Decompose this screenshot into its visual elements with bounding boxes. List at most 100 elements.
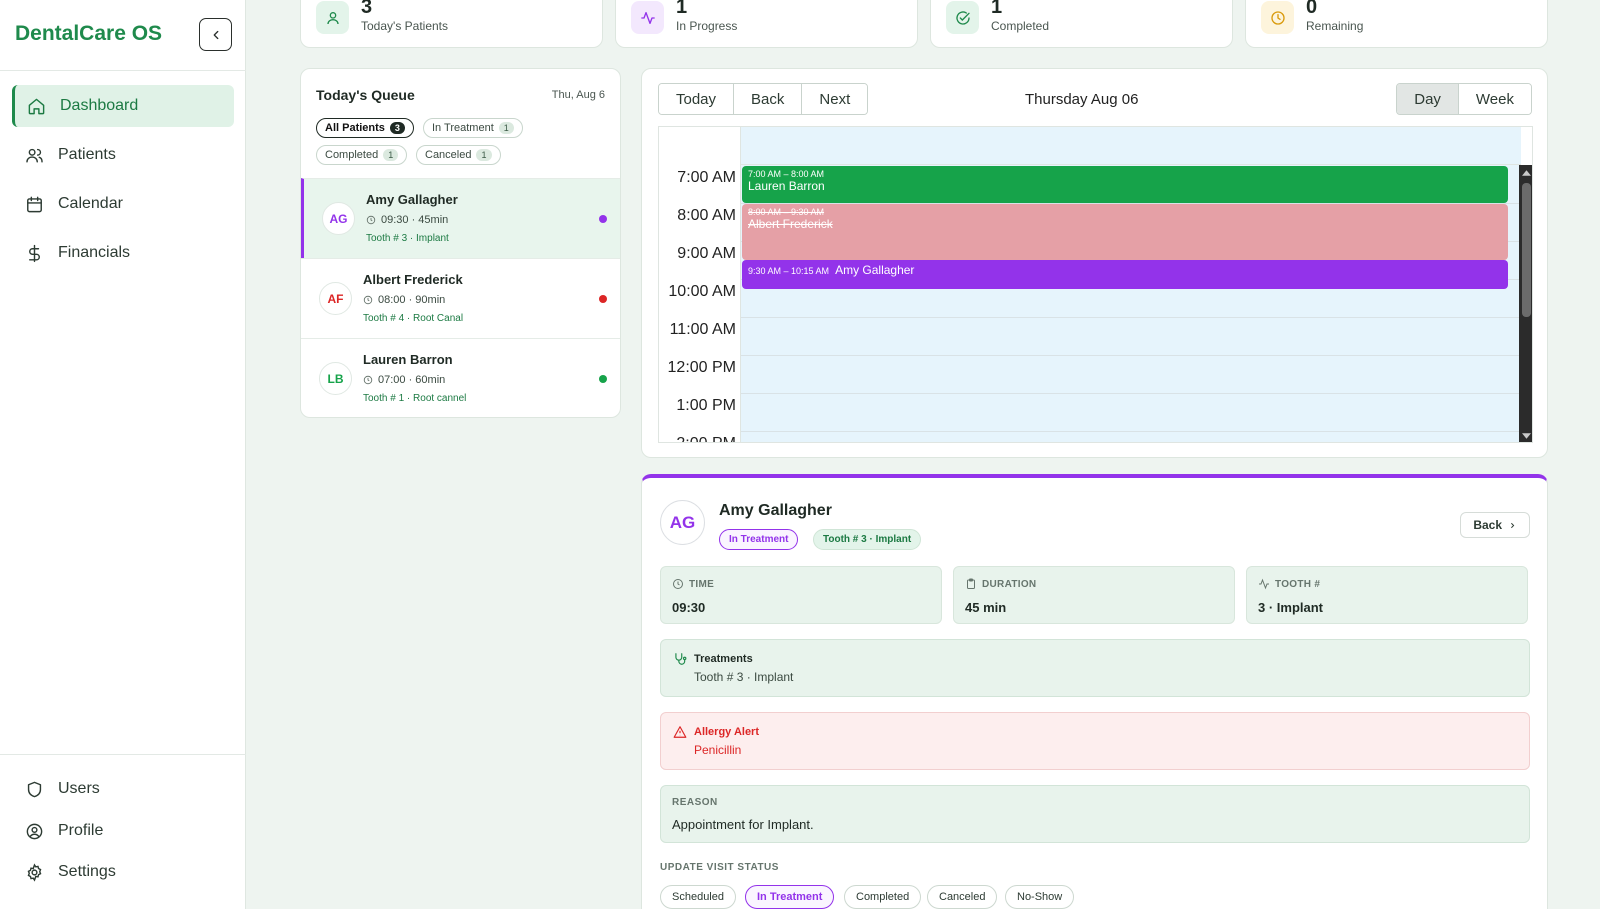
avatar: AG bbox=[322, 202, 355, 235]
reason-label: REASON bbox=[672, 797, 718, 808]
avatar: AF bbox=[319, 282, 352, 315]
warning-icon bbox=[673, 726, 687, 738]
scroll-up-icon[interactable] bbox=[1522, 170, 1531, 176]
avatar: LB bbox=[319, 362, 352, 395]
status-badge: In Treatment bbox=[719, 529, 799, 550]
status-no-show-button[interactable]: No-Show bbox=[1005, 885, 1075, 909]
reason-panel: REASON Appointment for Implant. bbox=[660, 785, 1530, 843]
day-view-button[interactable]: Day bbox=[1397, 84, 1459, 114]
hour-line bbox=[741, 355, 1521, 356]
info-value: 45 min bbox=[965, 600, 1007, 615]
treatments-value: Tooth # 3 · Implant bbox=[694, 670, 794, 684]
status-canceled-button[interactable]: Canceled bbox=[927, 885, 998, 909]
activity-icon bbox=[1259, 578, 1269, 590]
appointment-time: 09:30 · 45min bbox=[366, 214, 448, 226]
hour-label: 9:00 AM bbox=[677, 245, 736, 262]
today-button[interactable]: Today bbox=[659, 84, 735, 114]
event-name: Albert Frederick bbox=[748, 217, 833, 231]
calendar-view-group: Day Week bbox=[1396, 83, 1532, 115]
hour-label: 1:00 PM bbox=[676, 397, 736, 414]
nav-item-dashboard[interactable]: Dashboard bbox=[12, 85, 234, 127]
nav-item-profile[interactable]: Profile bbox=[12, 810, 234, 852]
hour-line bbox=[741, 431, 1521, 432]
calendar-event-canceled[interactable]: 8:00 AM – 9:30 AM Albert Frederick bbox=[742, 204, 1508, 260]
queue-item[interactable]: AF Albert Frederick 08:00 · 90min Tooth … bbox=[301, 258, 620, 338]
reason-value: Appointment for Implant. bbox=[672, 817, 814, 832]
allergy-title: Allergy Alert bbox=[694, 726, 760, 738]
event-time: 7:00 AM – 8:00 AM bbox=[748, 169, 825, 179]
stat-value: 1 bbox=[991, 0, 1003, 18]
users-icon bbox=[26, 148, 43, 163]
user-icon bbox=[326, 11, 339, 24]
stat-value: 1 bbox=[676, 0, 688, 18]
nav-label: Patients bbox=[58, 146, 116, 163]
detail-back-button[interactable]: Back bbox=[1460, 512, 1530, 538]
clock-icon bbox=[673, 579, 683, 589]
nav-item-settings[interactable]: Settings bbox=[12, 851, 234, 893]
filter-count: 3 bbox=[389, 122, 405, 134]
filter-canceled[interactable]: Canceled 1 bbox=[416, 145, 501, 165]
sidebar: DentalCare OS Dashboard Patients Calenda… bbox=[0, 0, 246, 909]
back-button[interactable]: Back bbox=[734, 84, 803, 114]
calendar-scrollbar[interactable] bbox=[1519, 165, 1532, 442]
hour-label: 10:00 AM bbox=[668, 283, 736, 300]
clock-icon bbox=[363, 295, 373, 305]
hour-line bbox=[741, 393, 1521, 394]
stat-label: Remaining bbox=[1306, 19, 1364, 33]
time-gutter: 7:00 AM 8:00 AM 9:00 AM 10:00 AM 11:00 A… bbox=[659, 127, 741, 442]
patient-name: Amy Gallagher bbox=[719, 502, 832, 519]
status-dot bbox=[599, 215, 607, 223]
status-completed-button[interactable]: Completed bbox=[844, 885, 922, 909]
all-day-row[interactable] bbox=[741, 127, 1521, 165]
filter-count: 1 bbox=[476, 149, 492, 161]
appointment-time: 08:00 · 90min bbox=[363, 294, 445, 306]
status-dot bbox=[599, 375, 607, 383]
filter-in-treatment[interactable]: In Treatment 1 bbox=[423, 118, 523, 138]
filter-all-patients[interactable]: All Patients 3 bbox=[316, 118, 414, 138]
info-card-duration: DURATION 45 min bbox=[953, 566, 1235, 624]
shield-icon bbox=[27, 781, 42, 797]
info-card-time: TIME 09:30 bbox=[660, 566, 942, 624]
nav-label: Profile bbox=[58, 822, 104, 839]
tooth-procedure: Tooth # 1 · Root cannel bbox=[363, 393, 467, 404]
filter-completed[interactable]: Completed 1 bbox=[316, 145, 408, 165]
scroll-down-icon[interactable] bbox=[1522, 433, 1531, 439]
nav-label: Calendar bbox=[58, 195, 123, 212]
hour-label: 8:00 AM bbox=[677, 207, 736, 224]
home-icon bbox=[28, 98, 45, 114]
tooth-procedure: Tooth # 4 · Root Canal bbox=[363, 313, 464, 324]
day-column[interactable]: 7:00 AM – 8:00 AM Lauren Barron 8:00 AM … bbox=[741, 165, 1521, 442]
activity-icon bbox=[640, 11, 655, 24]
clock-icon bbox=[1270, 10, 1285, 25]
stat-label: In Progress bbox=[676, 19, 738, 33]
info-value: 3 · Implant bbox=[1258, 600, 1324, 615]
next-button[interactable]: Next bbox=[802, 84, 868, 114]
tooth-badge: Tooth # 3 · Implant bbox=[813, 529, 922, 550]
treatments-panel: Treatments Tooth # 3 · Implant bbox=[660, 639, 1530, 697]
scroll-thumb[interactable] bbox=[1522, 183, 1531, 317]
appointment-time: 07:00 · 60min bbox=[363, 374, 445, 386]
patient-name: Lauren Barron bbox=[363, 352, 453, 367]
collapse-sidebar-button[interactable] bbox=[199, 18, 232, 51]
nav-item-financials[interactable]: Financials bbox=[12, 232, 234, 274]
stat-value: 0 bbox=[1306, 0, 1318, 18]
brand-title: DentalCare OS bbox=[15, 22, 163, 45]
week-view-button[interactable]: Week bbox=[1458, 84, 1531, 114]
queue-item[interactable]: LB Lauren Barron 07:00 · 60min Tooth # 1… bbox=[301, 338, 620, 417]
event-time: 8:00 AM – 9:30 AM bbox=[748, 207, 825, 217]
stethoscope-icon bbox=[675, 653, 687, 665]
status-scheduled-button[interactable]: Scheduled bbox=[660, 885, 736, 909]
calendar-event[interactable]: 7:00 AM – 8:00 AM Lauren Barron bbox=[742, 166, 1508, 203]
status-in-treatment-button[interactable]: In Treatment bbox=[745, 885, 835, 909]
hour-label: 7:00 AM bbox=[677, 169, 736, 186]
todays-queue-panel: Today's Queue Thu, Aug 6 All Patients 3 I… bbox=[300, 68, 621, 418]
nav-item-patients[interactable]: Patients bbox=[12, 134, 234, 176]
clock-icon bbox=[366, 215, 376, 225]
nav-item-calendar[interactable]: Calendar bbox=[12, 183, 234, 225]
stat-card-in-progress: 1 In Progress bbox=[615, 0, 918, 48]
queue-date: Thu, Aug 6 bbox=[551, 89, 605, 101]
calendar-event[interactable]: 9:30 AM – 10:15 AM Amy Gallagher bbox=[742, 260, 1508, 289]
calendar-grid: 7:00 AM 8:00 AM 9:00 AM 10:00 AM 11:00 A… bbox=[658, 126, 1533, 443]
queue-item[interactable]: AG Amy Gallagher 09:30 · 45min Tooth # 3… bbox=[301, 178, 620, 258]
nav-item-users[interactable]: Users bbox=[12, 768, 234, 810]
